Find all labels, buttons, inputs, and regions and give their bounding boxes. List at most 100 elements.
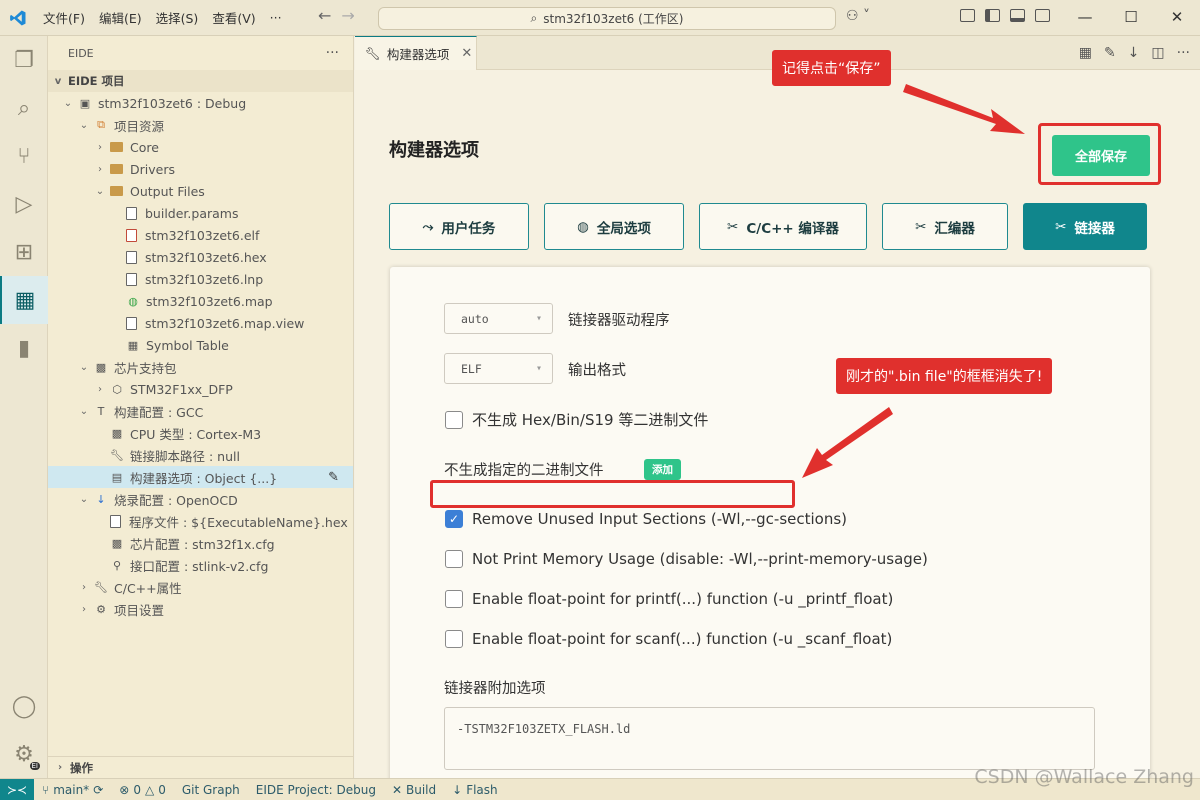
explorer-icon[interactable]: ❐	[0, 36, 48, 84]
menu-item[interactable]: ···	[263, 10, 289, 25]
checkbox-row-memory-usage[interactable]: Not Print Memory Usage (disable: -Wl,--p…	[445, 550, 928, 568]
chevron-down-icon: ▾	[535, 363, 542, 374]
output-format-select[interactable]: ELF ▾	[444, 353, 553, 384]
chevron-down-icon: ⌄	[79, 493, 89, 505]
tree-item[interactable]: ⌄ Output Files	[48, 180, 353, 202]
toggle-panel-icon[interactable]	[1010, 9, 1025, 22]
flash-download-icon[interactable]: ↓	[1128, 45, 1140, 61]
back-arrow-icon[interactable]: ←	[318, 6, 331, 25]
tree-item[interactable]: ⌄ ▣ stm32f103zet6 : Debug	[48, 92, 353, 114]
option-tab[interactable]: ✂ 汇编器	[882, 203, 1008, 250]
tree-item[interactable]: › ⬡ STM32F1xx_DFP	[48, 378, 353, 400]
command-center-search[interactable]: ⌕ stm32f103zet6 (工作区)	[378, 7, 836, 30]
tree-item[interactable]: stm32f103zet6.hex	[48, 246, 353, 268]
checkbox-row-gc-sections[interactable]: ✓ Remove Unused Input Sections (-Wl,--gc…	[445, 510, 847, 528]
tree-item[interactable]: stm32f103zet6.map.view	[48, 312, 353, 334]
toggle-sidebar-icon[interactable]	[985, 9, 1000, 22]
vscode-logo-icon[interactable]	[0, 0, 36, 36]
tree-item[interactable]: ▩ CPU 类型 : Cortex-M3	[48, 422, 353, 444]
option-tab[interactable]: ✂ C/C++ 编译器	[699, 203, 867, 250]
chevron-right-icon: ›	[57, 762, 63, 773]
tree-item[interactable]: 🔧︎ 链接脚本路径 : null	[48, 444, 353, 466]
tree-item[interactable]: ▦ Symbol Table	[48, 334, 353, 356]
menu-item[interactable]: 文件(F)	[36, 8, 92, 27]
tree-item[interactable]: ⌄ ↓ 烧录配置 : OpenOCD	[48, 488, 353, 510]
option-tab-label: 用户任务	[441, 220, 496, 237]
more-actions-icon[interactable]: ···	[1177, 45, 1190, 61]
chevron-down-icon: ⌄	[95, 185, 105, 197]
save-all-button[interactable]: 全部保存	[1052, 135, 1150, 176]
checkbox-scanf-float[interactable]	[445, 630, 463, 648]
close-window-icon[interactable]: ✕	[1154, 0, 1200, 36]
minimize-icon[interactable]: —	[1062, 0, 1108, 36]
build-status[interactable]: ✕ Build	[392, 783, 436, 797]
settings-gear-icon[interactable]: ⚙ EI	[0, 730, 48, 778]
chevron-right-icon: ›	[82, 603, 86, 615]
chevron-down-icon: ⌄	[79, 361, 89, 373]
clean-icon[interactable]: ✎	[1104, 45, 1116, 61]
git-graph-status[interactable]: Git Graph	[182, 783, 240, 797]
toggle-secondary-sidebar-icon[interactable]	[1035, 9, 1050, 22]
customize-layout-icon[interactable]	[960, 9, 975, 22]
checkbox-row-printf-float[interactable]: Enable float-point for printf(...) funct…	[445, 590, 893, 608]
checkbox-row-scanf-float[interactable]: Enable float-point for scanf(...) functi…	[445, 630, 892, 648]
menu-item[interactable]: 查看(V)	[205, 8, 262, 27]
eide-project-status[interactable]: EIDE Project: Debug	[256, 783, 376, 797]
tree-item[interactable]: › ⚙ 项目设置	[48, 598, 353, 620]
tree-item[interactable]: builder.params	[48, 202, 353, 224]
checkbox-memory-usage[interactable]	[445, 550, 463, 568]
tree-item[interactable]: stm32f103zet6.lnp	[48, 268, 353, 290]
option-tab[interactable]: ⤳ 用户任务	[389, 203, 529, 250]
forward-arrow-icon[interactable]: →	[341, 6, 354, 25]
tree-item[interactable]: ⌄ ⧉ 项目资源	[48, 114, 353, 136]
edit-pencil-icon[interactable]: ✎	[328, 470, 339, 485]
copilot-icon[interactable]: ⚇ ˅	[846, 8, 870, 24]
tree-item[interactable]: ⌄ ▩ 芯片支持包	[48, 356, 353, 378]
book-icon[interactable]: ▮	[0, 324, 48, 372]
checkbox-printf-float[interactable]	[445, 590, 463, 608]
project-icon: ▣	[79, 96, 91, 110]
chevron-down-icon: ⌄	[79, 405, 89, 417]
option-tab[interactable]: ✂ 链接器	[1023, 203, 1147, 250]
account-icon[interactable]: ◯	[0, 682, 48, 730]
tree-item[interactable]: › Core	[48, 136, 353, 158]
tree-item[interactable]: ▩ 芯片配置 : stm32f1x.cfg	[48, 532, 353, 554]
extensions-icon[interactable]: ⊞	[0, 228, 48, 276]
option-tab-label: C/C++ 编译器	[746, 220, 839, 237]
add-button[interactable]: 添加	[644, 459, 681, 480]
search-view-icon[interactable]: ⌕	[0, 84, 48, 132]
operations-section[interactable]: › 操作	[48, 756, 354, 778]
flash-status[interactable]: ↓ Flash	[452, 783, 498, 797]
source-control-icon[interactable]: ⑂	[0, 132, 48, 180]
extra-options-textarea[interactable]: -TSTM32F103ZETX_FLASH.ld	[444, 707, 1095, 770]
split-editor-icon[interactable]: ◫	[1151, 45, 1164, 61]
tree-item[interactable]: ◍ stm32f103zet6.map	[48, 290, 353, 312]
option-tab[interactable]: ◍ 全局选项	[544, 203, 684, 250]
more-actions-icon[interactable]: ···	[326, 45, 339, 61]
tree-item[interactable]: › 🔧︎ C/C++属性	[48, 576, 353, 598]
close-icon[interactable]: ✕	[461, 46, 472, 61]
menu-item[interactable]: 选择(S)	[149, 8, 206, 27]
menu-item[interactable]: 编辑(E)	[92, 8, 149, 27]
tab-builder-options[interactable]: 🔧︎ 构建器选项 ✕	[355, 36, 477, 70]
tree-item[interactable]: ⚲ 接口配置 : stlink-v2.cfg	[48, 554, 353, 576]
editor-actions: ▦ ✎ ↓ ◫ ···	[1079, 45, 1190, 61]
checkbox-no-hex[interactable]	[445, 410, 463, 429]
tree-item[interactable]: 程序文件 : ${ExecutableName}.hex	[48, 510, 353, 532]
eide-project-section[interactable]: v EIDE 项目	[48, 70, 353, 92]
tree-item[interactable]: stm32f103zet6.elf	[48, 224, 353, 246]
tree-item[interactable]: ⌄ T 构建配置 : GCC	[48, 400, 353, 422]
remote-icon[interactable]: ≻≺	[0, 778, 34, 800]
tree-item[interactable]: ▤ 构建器选项 : Object {...} ✎	[48, 466, 353, 488]
run-debug-icon[interactable]: ▷	[0, 180, 48, 228]
branch-status[interactable]: ⑂ main* ⟳	[42, 783, 103, 797]
tree-item[interactable]: › Drivers	[48, 158, 353, 180]
eide-chip-icon[interactable]: ▦	[0, 276, 48, 324]
checkbox-row-no-hex[interactable]: 不生成 Hex/Bin/S19 等二进制文件	[445, 409, 708, 430]
problems-status[interactable]: ⊗ 0 △ 0	[119, 783, 166, 797]
build-icon[interactable]: ▦	[1079, 45, 1092, 61]
operations-label: 操作	[70, 760, 93, 775]
checkbox-gc-sections[interactable]: ✓	[445, 510, 463, 528]
maximize-icon[interactable]: ☐	[1108, 0, 1154, 36]
linker-driver-select[interactable]: auto ▾	[444, 303, 553, 334]
